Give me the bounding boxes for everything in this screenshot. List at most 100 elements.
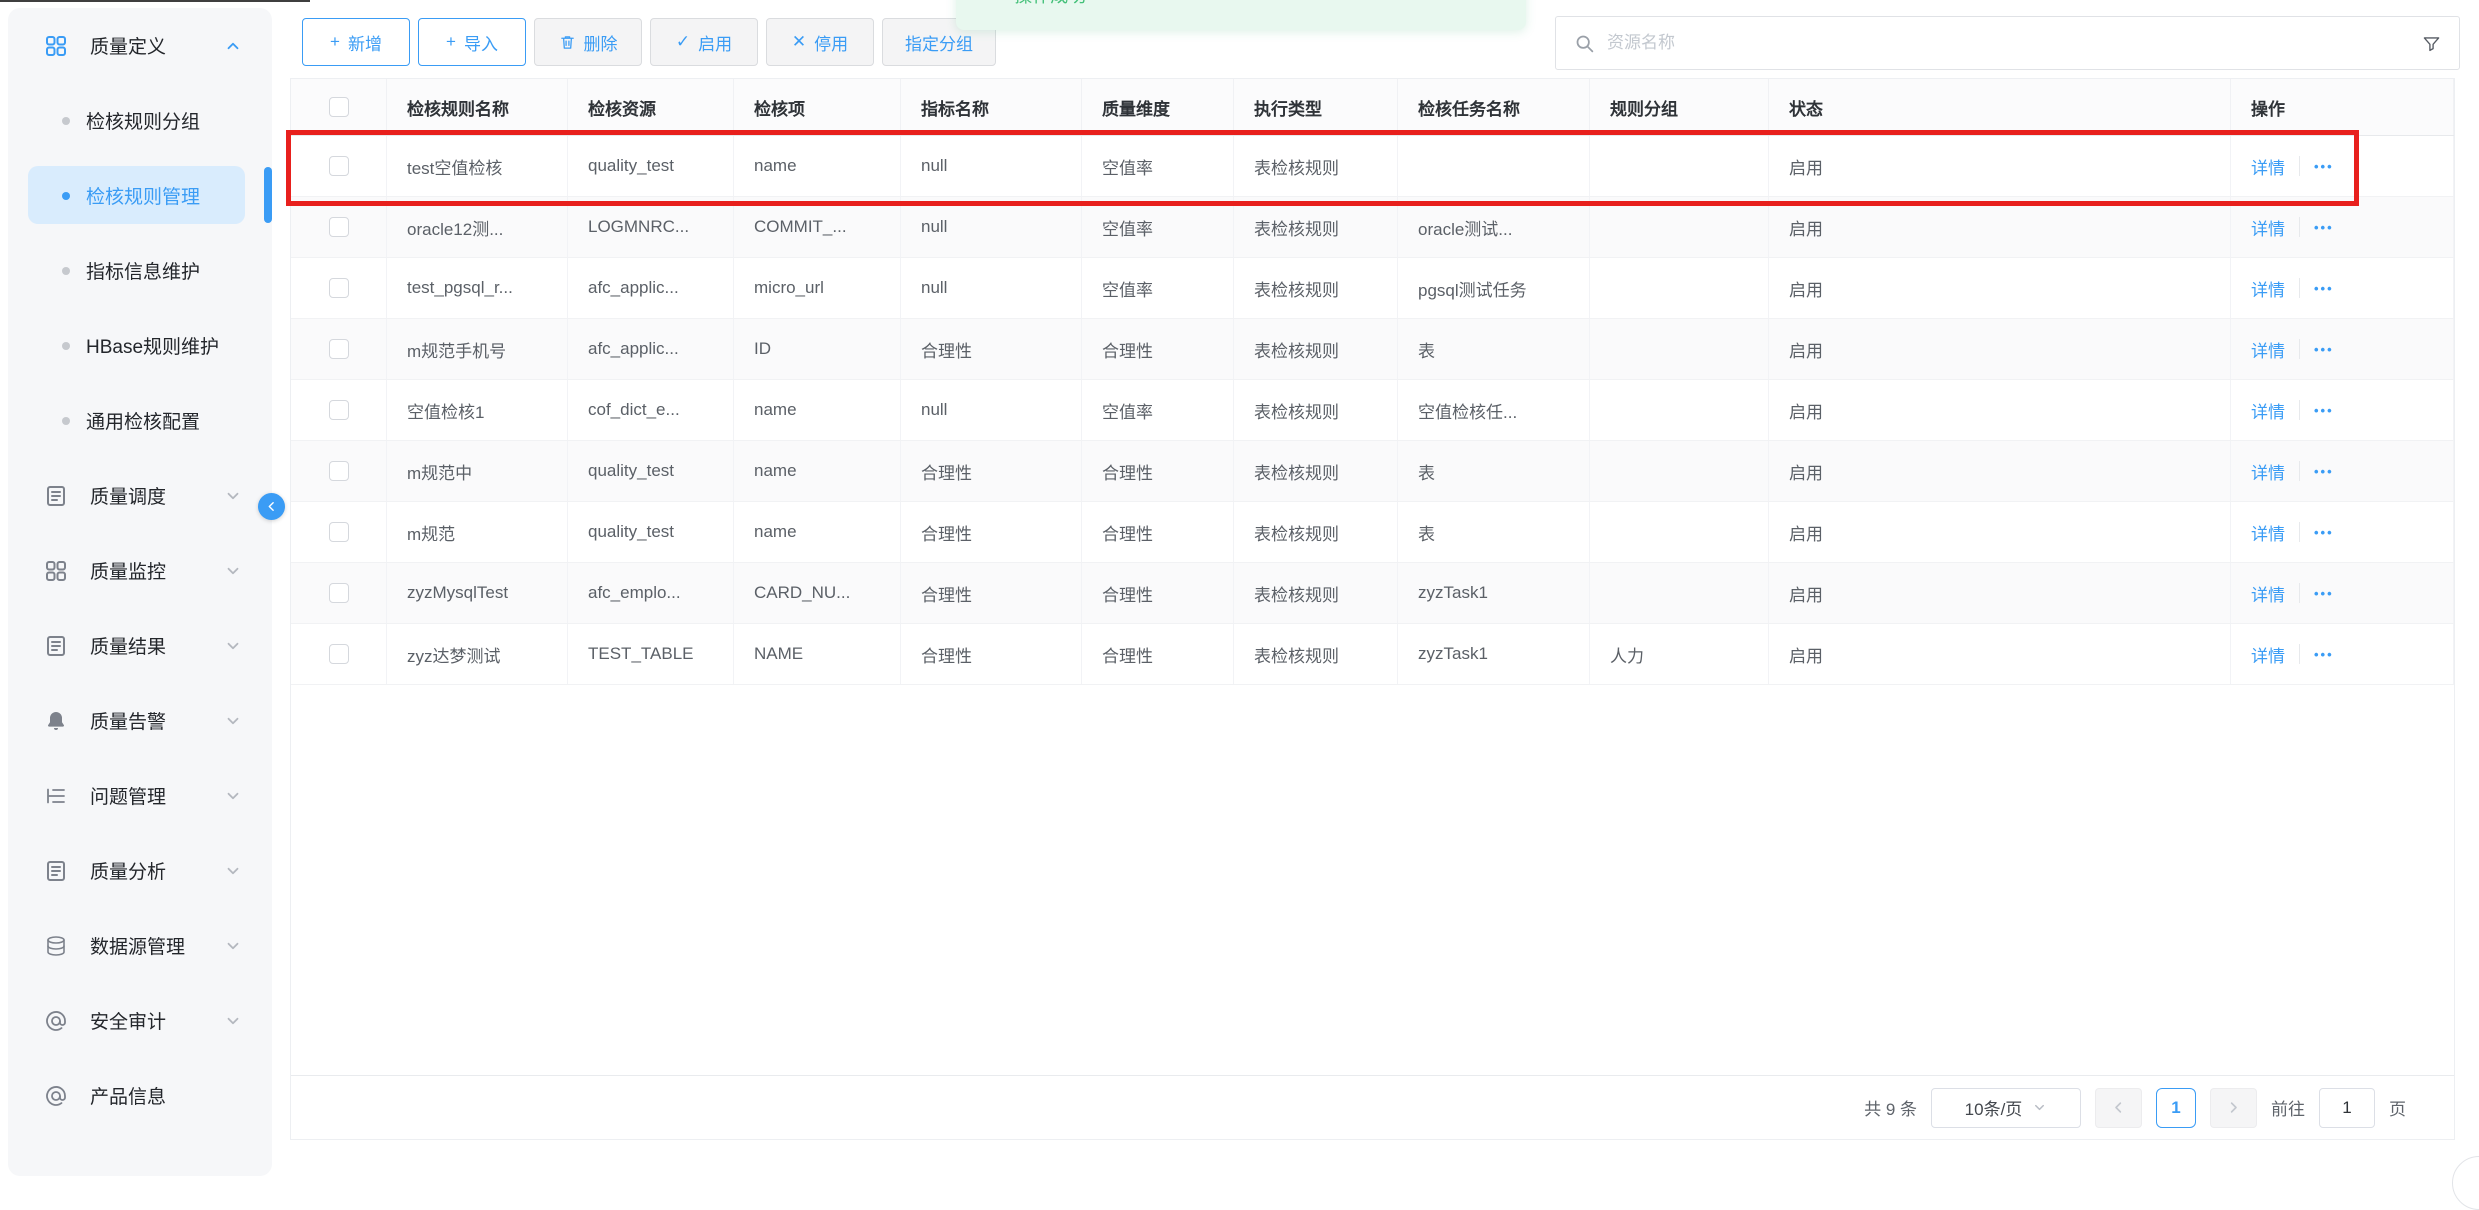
sidebar-item-12[interactable]: 质量分析 (8, 833, 272, 908)
action-divider (2299, 156, 2300, 176)
bell-icon (44, 709, 68, 733)
row-checkbox[interactable] (329, 583, 349, 603)
cell-value: 表检核规则 (1254, 337, 1339, 362)
cell-value: zyzTask1 (1418, 644, 1488, 664)
table-cell: afc_emplo... (568, 563, 734, 623)
row-checkbox[interactable] (329, 461, 349, 481)
more-actions-icon[interactable]: ••• (2314, 159, 2334, 174)
column-header-label: 检核任务名称 (1418, 95, 1520, 120)
detail-link[interactable]: 详情 (2251, 520, 2285, 545)
more-actions-icon[interactable]: ••• (2314, 403, 2334, 418)
table-empty-area (291, 685, 2454, 1075)
row-checkbox[interactable] (329, 217, 349, 237)
detail-link[interactable]: 详情 (2251, 276, 2285, 301)
sidebar-item-9[interactable]: 质量结果 (8, 608, 272, 683)
sidebar-collapse-button[interactable] (258, 493, 285, 520)
detail-link[interactable]: 详情 (2251, 398, 2285, 423)
sidebar-item-14[interactable]: 安全审计 (8, 983, 272, 1058)
table-cell: 启用 (1769, 319, 2231, 379)
cell-value: LOGMNRC... (588, 217, 689, 237)
row-checkbox[interactable] (329, 278, 349, 298)
cell-value: zyzTask1 (1418, 583, 1488, 603)
sidebar-item-1[interactable]: 质量定义 (8, 8, 272, 83)
sidebar-item-8[interactable]: 质量监控 (8, 533, 272, 608)
cell-value: test_pgsql_r... (407, 278, 513, 298)
toolbar-button-1[interactable]: +新增 (302, 18, 410, 66)
check-circle-icon: ✓ (990, 0, 1004, 5)
table-cell: 启用 (1769, 197, 2231, 257)
toolbar-button-5[interactable]: ✕停用 (766, 18, 874, 66)
row-checkbox[interactable] (329, 522, 349, 542)
cell-value: null (921, 278, 947, 298)
search-input[interactable] (1607, 33, 2410, 53)
table-cell: 表 (1398, 502, 1590, 562)
more-actions-icon[interactable]: ••• (2314, 525, 2334, 540)
more-actions-icon[interactable]: ••• (2314, 342, 2334, 357)
table-cell: 表 (1398, 319, 1590, 379)
cell-value: 表检核规则 (1254, 642, 1339, 667)
table-cell: m规范手机号 (387, 319, 568, 379)
detail-link[interactable]: 详情 (2251, 154, 2285, 179)
row-actions-cell: 详情 ••• (2231, 380, 2454, 440)
prev-page-button[interactable] (2095, 1088, 2142, 1128)
next-page-button[interactable] (2210, 1088, 2257, 1128)
more-actions-icon[interactable]: ••• (2314, 464, 2334, 479)
sidebar-item-13[interactable]: 数据源管理 (8, 908, 272, 983)
row-checkbox[interactable] (329, 400, 349, 420)
sidebar-item-label: 质量定义 (90, 32, 166, 59)
table-cell: 空值率 (1082, 136, 1234, 196)
sidebar-item-10[interactable]: 质量告警 (8, 683, 272, 758)
sidebar-item-7[interactable]: 质量调度 (8, 458, 272, 533)
cell-value: m规范 (407, 520, 455, 545)
toolbar-button-2[interactable]: +导入 (418, 18, 526, 66)
sidebar-item-4[interactable]: 指标信息维护 (8, 233, 272, 308)
detail-link[interactable]: 详情 (2251, 459, 2285, 484)
page-number-button[interactable]: 1 (2156, 1088, 2196, 1128)
detail-link[interactable]: 详情 (2251, 642, 2285, 667)
sidebar-item-3[interactable]: 检核规则管理 (8, 158, 272, 233)
detail-link[interactable]: 详情 (2251, 337, 2285, 362)
table-cell: 合理性 (901, 319, 1082, 379)
more-actions-icon[interactable]: ••• (2314, 586, 2334, 601)
chevron-left-icon (265, 500, 278, 513)
row-checkbox-cell (291, 624, 387, 684)
table-cell: zyzTask1 (1398, 624, 1590, 684)
filter-funnel-icon[interactable] (2422, 34, 2441, 53)
row-actions-cell: 详情 ••• (2231, 197, 2454, 257)
more-actions-icon[interactable]: ••• (2314, 647, 2334, 662)
table-cell (1398, 136, 1590, 196)
select-all-checkbox[interactable] (329, 97, 349, 117)
column-header: 状态 (1769, 79, 2231, 135)
cell-value: null (921, 156, 947, 176)
detail-link[interactable]: 详情 (2251, 581, 2285, 606)
goto-page-input[interactable] (2319, 1088, 2375, 1128)
table-cell: 人力 (1590, 624, 1769, 684)
sidebar-item-5[interactable]: HBase规则维护 (8, 308, 272, 383)
sidebar-item-15[interactable]: 产品信息 (8, 1058, 272, 1133)
more-actions-icon[interactable]: ••• (2314, 220, 2334, 235)
cell-value: quality_test (588, 461, 674, 481)
toolbar-button-label: 指定分组 (905, 30, 973, 55)
search-bar (1555, 16, 2460, 70)
goto-label: 前往 (2271, 1095, 2305, 1120)
row-checkbox[interactable] (329, 644, 349, 664)
page-size-select[interactable]: 10条/页 (1931, 1088, 2081, 1128)
more-actions-icon[interactable]: ••• (2314, 281, 2334, 296)
row-checkbox[interactable] (329, 339, 349, 359)
table-cell: quality_test (568, 136, 734, 196)
row-checkbox[interactable] (329, 156, 349, 176)
cell-value: 表检核规则 (1254, 459, 1339, 484)
toolbar-button-4[interactable]: ✓启用 (650, 18, 758, 66)
row-actions-cell: 详情 ••• (2231, 319, 2454, 379)
toolbar: +新增+导入删除✓启用✕停用 指定分组 (302, 18, 996, 66)
table-cell: 合理性 (901, 563, 1082, 623)
sidebar-menu: 质量定义检核规则分组检核规则管理指标信息维护HBase规则维护通用检核配置质量调… (8, 8, 272, 1133)
toolbar-button-3[interactable]: 删除 (534, 18, 642, 66)
sidebar-item-11[interactable]: 问题管理 (8, 758, 272, 833)
sidebar-item-6[interactable]: 通用检核配置 (8, 383, 272, 458)
sidebar-item-label: 质量分析 (90, 857, 166, 884)
bullet-dot-icon (62, 342, 70, 350)
table-cell: 空值检核1 (387, 380, 568, 440)
detail-link[interactable]: 详情 (2251, 215, 2285, 240)
sidebar-item-2[interactable]: 检核规则分组 (8, 83, 272, 158)
